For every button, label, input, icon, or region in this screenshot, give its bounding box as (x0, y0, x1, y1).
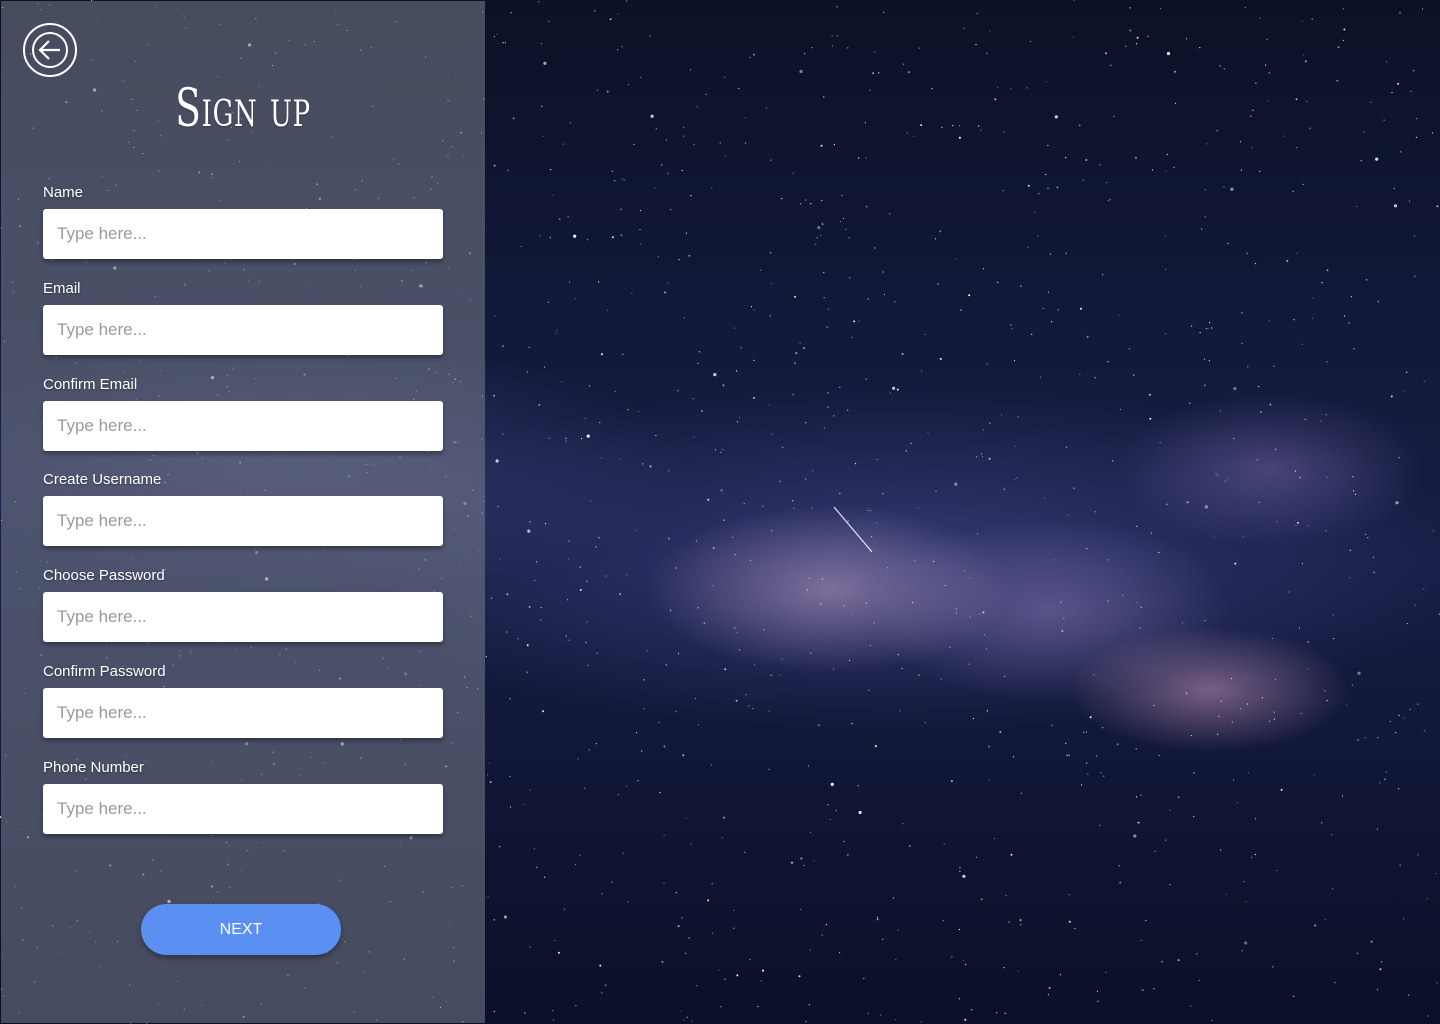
email-label: Email (43, 280, 81, 297)
next-button[interactable]: NEXT (141, 904, 341, 955)
choose-password-label: Choose Password (43, 567, 165, 584)
confirm-email-input[interactable] (43, 401, 443, 451)
page-title: Sign up (175, 79, 311, 139)
back-button[interactable] (23, 23, 77, 77)
phone-number-input[interactable] (43, 784, 443, 834)
confirm-password-label: Confirm Password (43, 663, 166, 680)
name-input[interactable] (43, 209, 443, 259)
confirm-email-label: Confirm Email (43, 376, 138, 393)
back-arrow-icon (32, 32, 68, 68)
phone-number-label: Phone Number (43, 759, 144, 776)
name-label: Name (43, 184, 84, 201)
email-input[interactable] (43, 305, 443, 355)
signup-page: Sign up Name Email Confirm Email Create … (0, 0, 1440, 1024)
choose-password-input[interactable] (43, 592, 443, 642)
shooting-star (833, 506, 873, 553)
create-username-label: Create Username (43, 471, 162, 488)
signup-panel: Sign up Name Email Confirm Email Create … (1, 1, 485, 1023)
create-username-input[interactable] (43, 496, 443, 546)
confirm-password-input[interactable] (43, 688, 443, 738)
